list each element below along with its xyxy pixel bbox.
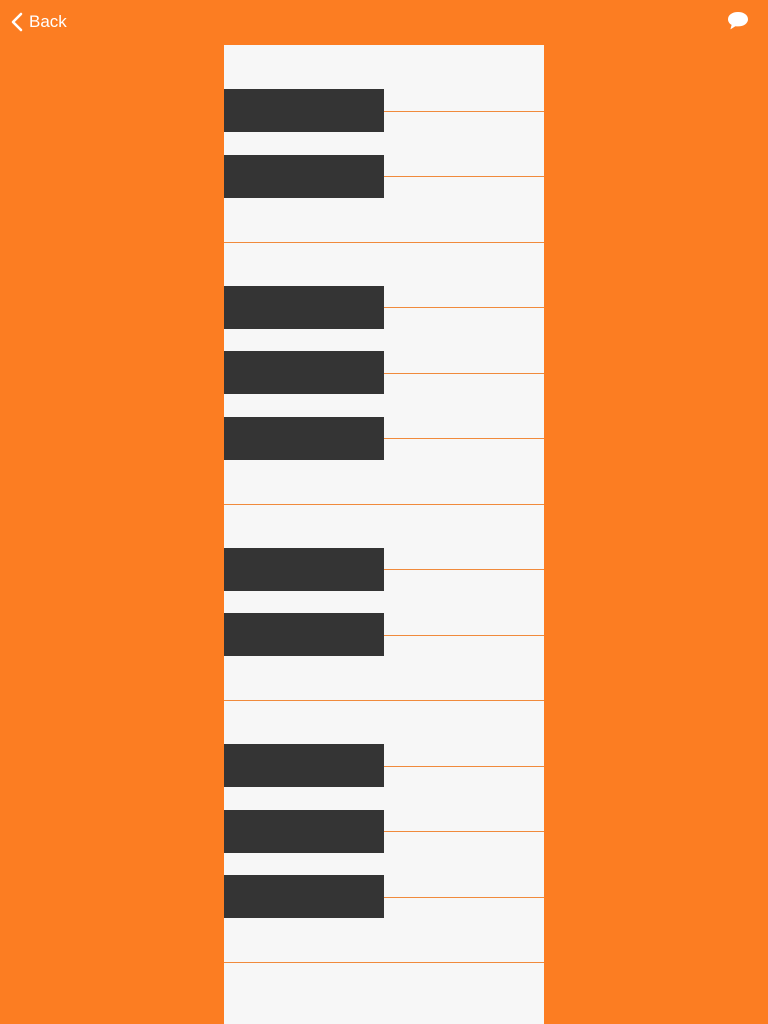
white-key-c-14[interactable] <box>224 962 544 1024</box>
black-key-g-sharp-3[interactable] <box>224 351 384 394</box>
black-key-d-sharp-6[interactable] <box>224 613 384 656</box>
speech-bubble-icon[interactable] <box>726 10 750 32</box>
chevron-left-icon <box>11 12 23 32</box>
black-key-c-sharp-0[interactable] <box>224 89 384 132</box>
navigation-bar: Back <box>0 0 768 44</box>
black-key-c-sharp-5[interactable] <box>224 547 384 591</box>
black-key-d-sharp-1[interactable] <box>224 154 384 198</box>
piano-keyboard <box>224 45 544 1024</box>
black-key-f-sharp-7[interactable] <box>224 744 384 787</box>
black-key-f-sharp-2[interactable] <box>224 285 384 329</box>
black-key-g-sharp-8[interactable] <box>224 809 384 853</box>
back-label: Back <box>29 12 67 31</box>
black-key-a-sharp-4[interactable] <box>224 416 384 460</box>
back-button[interactable]: Back <box>10 8 67 36</box>
black-key-a-sharp-9[interactable] <box>224 875 384 918</box>
